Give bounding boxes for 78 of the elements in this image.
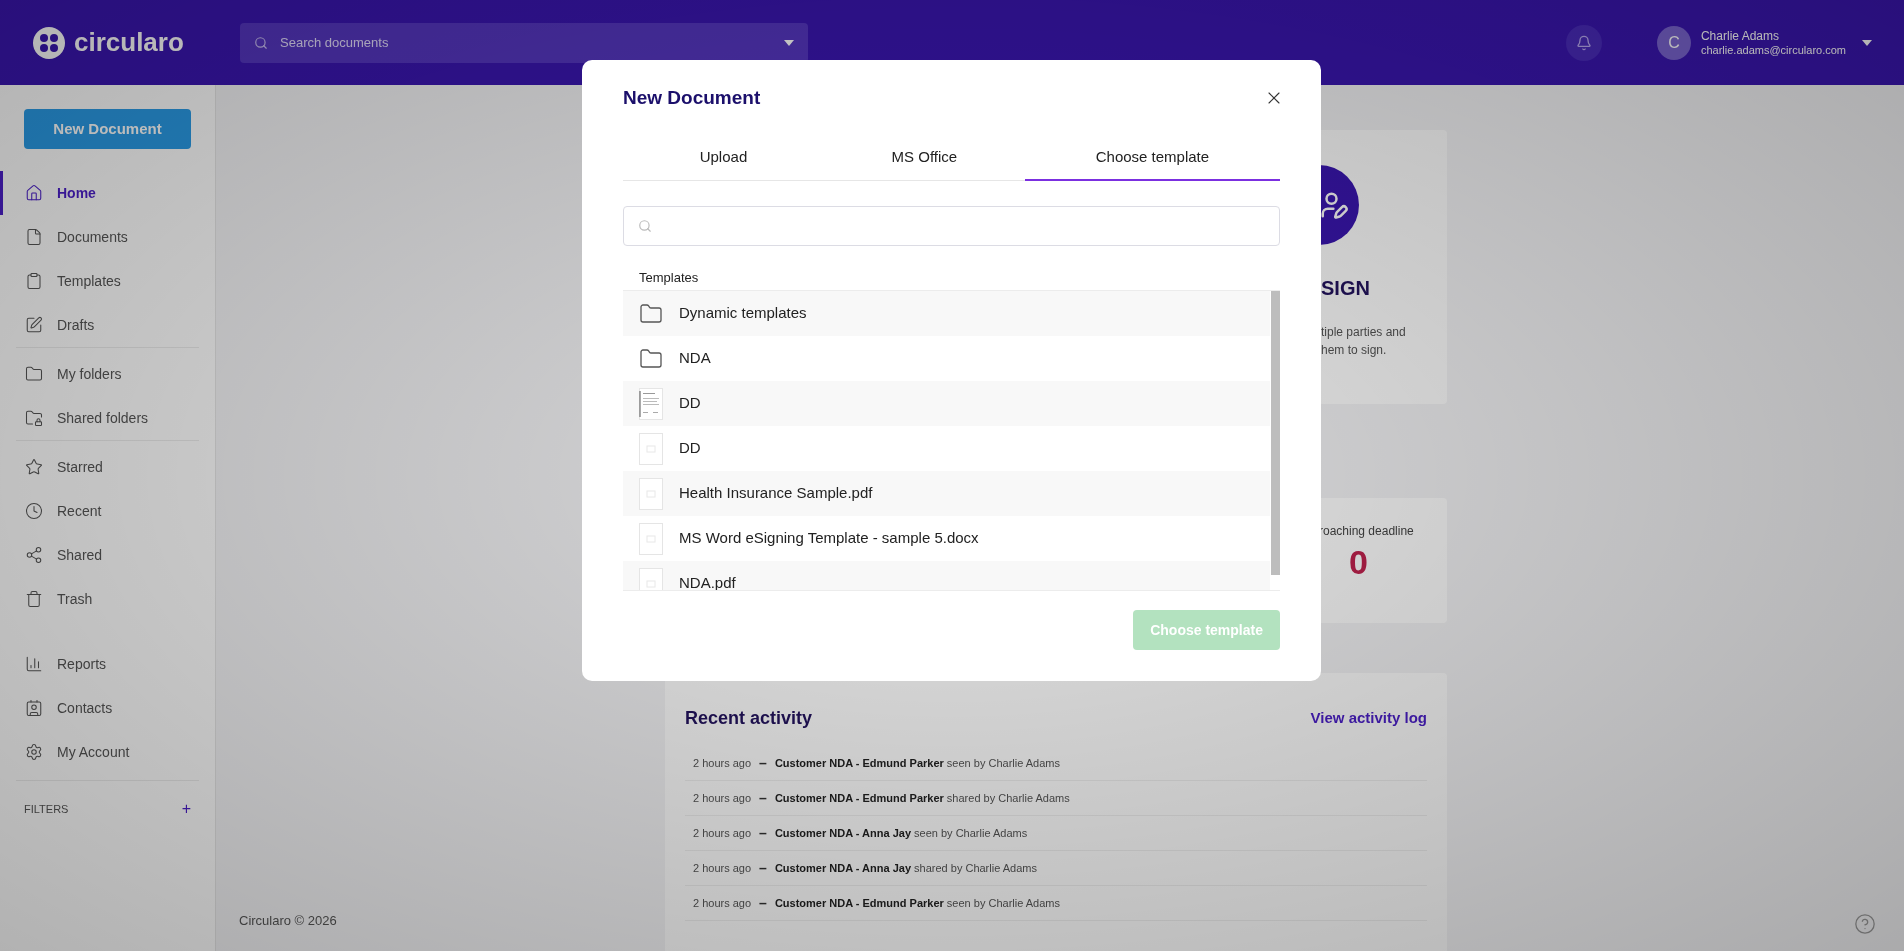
activity-text: Customer NDA - Edmund Parker shared by Charlie Adams [774,790,1070,806]
sidebar-item[interactable]: Templates [0,259,215,303]
card-title: SIGN [1321,276,1370,301]
tab[interactable]: Choose template [1024,136,1280,181]
add-filter-button[interactable]: + [181,797,191,821]
template-row[interactable]: Dynamic templates [623,291,1270,336]
sidebar-item[interactable]: Home [0,171,215,215]
template-search-field[interactable] [623,206,1280,246]
activity-time: 2 hours ago [693,790,752,806]
activity-text: Customer NDA - Anna Jay shared by Charlie Adams [774,860,1037,876]
filters-label: FILTERS [24,801,69,817]
search-field[interactable]: Search documents [240,22,808,63]
notifications-button[interactable] [1565,24,1602,61]
activity-time: 2 hours ago [693,860,752,876]
logo-text: circularo [74,26,184,59]
sidebar-item[interactable]: Trash [0,577,215,621]
locked-folder-icon [25,409,43,427]
footer-text: Circularo © 2026 [239,911,337,930]
tab[interactable]: MS Office [823,136,1025,181]
activity-time: 2 hours ago [693,825,752,841]
card-description: tiple parties and hem to sign. [1321,324,1406,359]
section-title: Recent activity [685,707,813,730]
list-header: Templates [639,269,700,287]
activity-time: 2 hours ago [693,755,752,771]
separator: – [759,788,767,808]
search-icon [638,219,652,233]
settings-icon [25,743,43,761]
image-placeholder-icon [639,432,663,465]
image-placeholder-icon [639,477,663,510]
user-avatar[interactable]: C [1656,25,1691,60]
sidebar-item[interactable]: Shared [0,533,215,577]
sidebar-item[interactable]: Reports [0,642,215,686]
sidebar-item[interactable]: Recent [0,489,215,533]
star-icon [25,458,43,476]
trash-icon [25,590,43,608]
help-icon[interactable] [1854,913,1876,935]
chart-icon [25,655,43,673]
bell-icon [1575,34,1592,51]
caret-icon[interactable] [784,39,794,46]
pencil-icon [25,316,43,334]
sidebar-item[interactable]: Starred [0,445,215,489]
sidebar-item[interactable]: My Account [0,730,215,774]
logo-icon [32,25,66,60]
activity-text: Customer NDA - Edmund Parker seen by Charlie Adams [774,895,1060,911]
sidebar-item[interactable]: Shared folders [0,396,215,440]
separator: – [759,753,767,773]
separator: – [759,823,767,843]
folder-icon [639,346,663,371]
separator: – [759,858,767,878]
template-row[interactable]: DD [623,381,1270,426]
image-placeholder-icon [639,522,663,555]
folder-icon [25,365,43,383]
activity-text: Customer NDA - Edmund Parker seen by Charlie Adams [774,755,1060,771]
sidebar-item[interactable]: Contacts [0,686,215,730]
stat-value: 0 [1349,542,1368,583]
scrollbar-thumb[interactable] [1271,291,1280,575]
sidebar-item[interactable]: My folders [0,352,215,396]
search-icon [254,35,268,50]
clipboard-icon [25,272,43,290]
share-icon [25,546,43,564]
sidebar-item[interactable]: Documents [0,215,215,259]
activity-log-link[interactable]: View activity log [1310,707,1427,730]
file-icon [25,228,43,246]
template-row[interactable]: Health Insurance Sample.pdf [623,471,1270,516]
activity-text: Customer NDA - Anna Jay seen by Charlie Adams [774,825,1028,841]
user-email: charlie.adams@circularo.com [1700,42,1846,57]
separator: – [759,893,767,913]
contact-card-icon [25,699,43,717]
document-thumbnail-icon [639,387,663,420]
clock-icon [25,502,43,520]
folder-icon [639,301,663,326]
activity-time: 2 hours ago [693,895,752,911]
dialog-title: New Document [623,85,761,110]
user-name: Charlie Adams [1700,28,1780,43]
sidebar-item[interactable]: Drafts [0,303,215,347]
tab[interactable]: Upload [623,136,824,181]
home-icon [25,184,43,202]
caret-icon[interactable] [1862,39,1872,46]
